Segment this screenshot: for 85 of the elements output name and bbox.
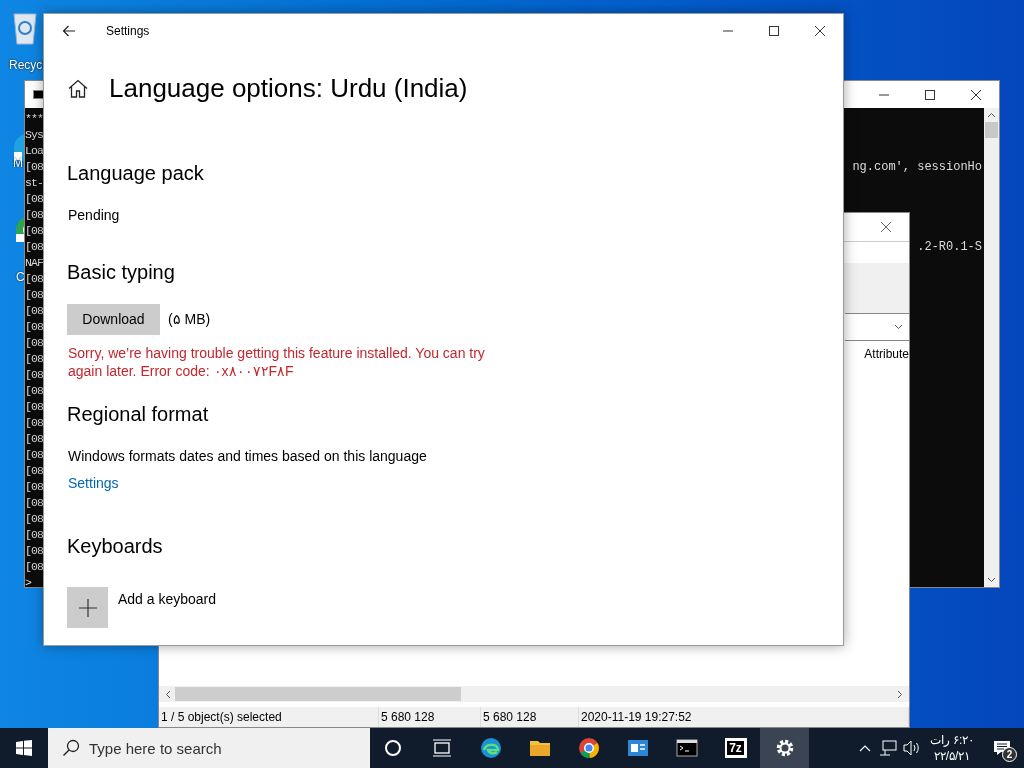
console-text: [08	[25, 287, 43, 303]
size-text: (۵ MB)	[168, 310, 211, 329]
console-text: [08	[25, 223, 43, 239]
close-button[interactable]	[970, 88, 982, 101]
icon-label: Recycl	[9, 58, 45, 72]
horizontal-scrollbar[interactable]	[159, 686, 909, 702]
search-icon	[62, 739, 80, 757]
console-text: [08	[25, 511, 43, 527]
section-heading: Keyboards	[67, 534, 164, 559]
search-field[interactable]: Type here to search	[48, 728, 370, 768]
status-text: 2020-11-19 19:27:52	[579, 707, 909, 727]
close-button[interactable]	[880, 221, 892, 233]
console-text: [08	[25, 159, 43, 175]
close-button[interactable]	[814, 25, 826, 37]
status-text: Pending	[68, 206, 121, 225]
scroll-down-icon[interactable]	[987, 577, 996, 583]
scrollbar-thumb[interactable]	[985, 122, 998, 138]
download-button[interactable]: Download	[67, 304, 160, 335]
console-text: Sys	[25, 127, 43, 143]
console-text: [08	[25, 383, 43, 399]
console-text: [08	[25, 479, 43, 495]
console-text: st-	[25, 175, 43, 191]
scroll-up-icon[interactable]	[987, 112, 996, 118]
section-heading: Regional format	[67, 402, 210, 427]
app-logo-text: 7z	[727, 741, 744, 755]
address-dropdown[interactable]	[845, 313, 909, 341]
error-message: Sorry, we’re having trouble getting this feature installed. You can try again later. Error code: ۰x۸۰۰۷۲F۸F	[68, 344, 486, 380]
description-text: Windows formats dates and times based on this language	[68, 447, 428, 466]
console-text: ng.com', sessionHo	[852, 159, 982, 175]
console-text: [08	[25, 431, 43, 447]
notification-badge: 2	[1002, 747, 1017, 762]
console-text: [08	[25, 319, 43, 335]
browser-icon[interactable]	[478, 736, 503, 760]
icon-label: C	[16, 270, 25, 284]
console-text: [08	[25, 207, 43, 223]
settings-taskbar-icon[interactable]	[760, 728, 809, 768]
console-text: NAF	[25, 255, 43, 271]
console-text: [08	[25, 527, 43, 543]
console-text: [08	[25, 335, 43, 351]
plus-icon	[78, 598, 97, 617]
console-text: >	[25, 575, 31, 591]
back-arrow-icon[interactable]	[62, 25, 76, 37]
scrollbar-thumb[interactable]	[175, 687, 461, 701]
console-text: [08	[25, 399, 43, 415]
console-text: [08	[25, 239, 43, 255]
console-text: .2-R0.1-S	[917, 239, 982, 255]
scroll-right-icon[interactable]	[897, 689, 903, 699]
clock[interactable]: ۶:۲۰ رات ۲۲/۵/۲۱	[924, 728, 980, 768]
console-text: [08	[25, 463, 43, 479]
add-keyboard-button[interactable]	[67, 587, 108, 628]
section-heading: Language pack	[67, 161, 205, 186]
console-text: [08	[25, 495, 43, 511]
console-text: [08	[25, 303, 43, 319]
console-text: [08	[25, 191, 43, 207]
status-text: 5 680 128	[379, 707, 481, 727]
console-text: [08	[25, 271, 43, 287]
status-text: 1 / 5 object(s) selected	[159, 707, 379, 727]
console-text: ***	[25, 111, 43, 127]
console-text: [08	[25, 367, 43, 383]
scrollbar[interactable]	[984, 108, 999, 587]
browser-icon[interactable]	[576, 736, 601, 760]
status-text: 5 680 128	[481, 707, 579, 727]
maximize-button[interactable]	[924, 88, 936, 101]
network-icon[interactable]	[879, 740, 897, 756]
home-icon[interactable]	[68, 78, 88, 98]
console-text: [08	[25, 543, 43, 559]
column-header[interactable]: Attribute	[864, 345, 909, 361]
console-text: [08	[25, 415, 43, 431]
volume-icon[interactable]	[903, 740, 921, 756]
scroll-left-icon[interactable]	[165, 689, 171, 699]
notifications-button[interactable]: 2	[980, 728, 1024, 768]
console-text: Loa	[25, 143, 43, 159]
window-title: Settings	[106, 23, 150, 40]
console-text: [08	[25, 351, 43, 367]
section-heading: Basic typing	[67, 260, 176, 285]
console-text: [08	[25, 559, 43, 575]
chevron-down-icon[interactable]	[894, 324, 903, 330]
show-hidden-icons-icon[interactable]	[859, 744, 871, 752]
console-icon[interactable]	[674, 736, 699, 760]
maximize-button[interactable]	[768, 25, 780, 37]
settings-link[interactable]: Settings	[68, 473, 119, 493]
console-text: [08	[25, 447, 43, 463]
add-keyboard-label: Add a keyboard	[118, 590, 217, 609]
start-button[interactable]	[16, 740, 32, 756]
page-heading: Language options: Urdu (India)	[109, 71, 468, 105]
